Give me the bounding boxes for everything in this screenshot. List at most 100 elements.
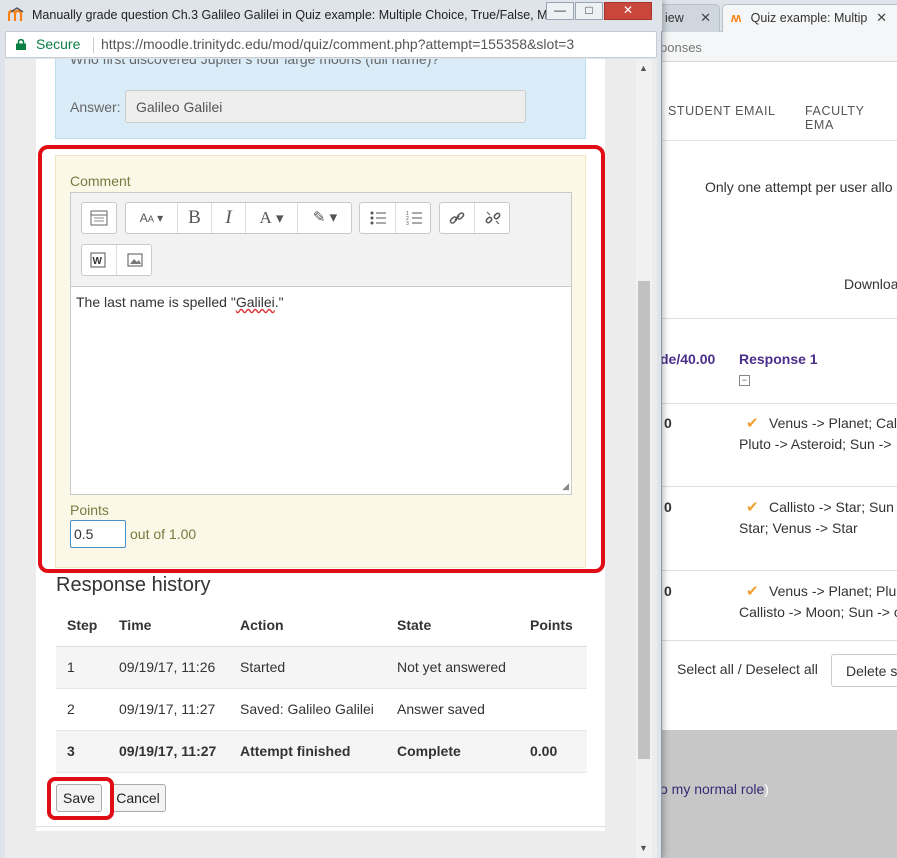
svg-text:3: 3	[406, 221, 409, 225]
resize-handle[interactable]: ◢	[562, 481, 569, 492]
moodle-logo-icon	[8, 7, 24, 21]
cell-points: 0.00	[519, 730, 587, 773]
grade-column-header[interactable]: de/40.00	[660, 351, 715, 367]
unlink-icon[interactable]	[475, 203, 510, 233]
font-color-icon[interactable]: A ▾	[246, 203, 298, 233]
comment-text-end: ."	[274, 294, 284, 310]
cell-points	[519, 688, 587, 731]
url-text[interactable]: https://moodle.trinitydc.edu/mod/quiz/co…	[101, 32, 574, 57]
footer-paren: )	[764, 781, 769, 797]
cell-time: 09/19/17, 11:26	[108, 646, 229, 689]
response-column-header[interactable]: Response 1	[739, 351, 818, 367]
table-divider	[660, 640, 897, 641]
check-icon: ✔	[746, 415, 759, 432]
popup-title-bar[interactable]: Manually grade question Ch.3 Galileo Gal…	[0, 0, 662, 31]
form-divider	[36, 826, 605, 827]
grading-popup-window: Manually grade question Ch.3 Galileo Gal…	[0, 0, 662, 858]
show-more-buttons-icon[interactable]	[82, 203, 116, 233]
attempt-note: Only one attempt per user allo	[705, 179, 893, 195]
nav-student-email[interactable]: STUDENT EMAIL	[668, 104, 776, 118]
answer-label: Answer:	[70, 99, 121, 115]
select-all-link[interactable]: Select all / Deselect all	[677, 661, 818, 677]
table-row: 1 09/19/17, 11:26 Started Not yet answer…	[56, 646, 587, 689]
bold-icon[interactable]: B	[178, 203, 212, 233]
background-breadcrumb[interactable]: ponses	[660, 40, 702, 55]
cell-step: 3	[56, 730, 108, 773]
points-input[interactable]	[70, 520, 126, 548]
scrollbar[interactable]: ▲ ▼	[636, 59, 652, 858]
cell-action: Started	[229, 646, 386, 689]
table-divider	[660, 318, 897, 319]
address-bar[interactable]: Secure https://moodle.trinitydc.edu/mod/…	[5, 31, 657, 58]
row-grade: 0	[664, 583, 672, 599]
question-info-box: Who first discovered Jupiter's four larg…	[55, 59, 586, 139]
background-tab-1-label: iew	[665, 11, 684, 25]
row-grade: 0	[664, 499, 672, 515]
cell-time: 09/19/17, 11:27	[108, 730, 229, 773]
collapse-icon[interactable]: −	[739, 375, 750, 386]
font-size-icon[interactable]: AA ▾	[126, 203, 178, 233]
scroll-down-arrow-icon[interactable]: ▼	[639, 843, 648, 853]
background-tab-2[interactable]: ʍ Quiz example: Multip ✕	[722, 4, 897, 32]
response-text: Pluto -> Asteroid; Sun ->	[739, 436, 892, 452]
toolbar-group: 123	[359, 202, 431, 234]
return-role-label: o my normal role	[660, 781, 765, 797]
cell-state: Not yet answered	[386, 646, 519, 689]
comment-editor[interactable]: The last name is spelled "Galilei." ◢	[70, 286, 572, 495]
nav-faculty-email[interactable]: FACULTY EMA	[805, 104, 897, 132]
highlight-icon[interactable]: ✎ ▾	[298, 203, 352, 233]
toolbar-group: W	[81, 244, 152, 276]
italic-icon[interactable]: I	[212, 203, 246, 233]
return-to-normal-role-link[interactable]: o my normal role)	[660, 781, 769, 797]
points-label: Points	[70, 502, 109, 518]
download-label[interactable]: Downloa	[844, 276, 897, 292]
cell-time: 09/19/17, 11:27	[108, 688, 229, 731]
address-separator	[93, 37, 94, 53]
response-text: Venus -> Planet; Plu	[769, 583, 897, 599]
save-button[interactable]: Save	[56, 784, 102, 812]
delete-selected-button[interactable]: Delete s	[831, 654, 897, 687]
close-window-button[interactable]: ✕	[604, 2, 652, 20]
popup-page: Who first discovered Jupiter's four larg…	[5, 59, 657, 858]
header-step: Step	[56, 604, 108, 647]
cell-step: 1	[56, 646, 108, 689]
check-icon: ✔	[746, 499, 759, 516]
moodle-logo-icon: ʍ	[731, 10, 742, 25]
minimize-button[interactable]: —	[546, 2, 574, 20]
table-divider	[660, 486, 897, 487]
response-history-title: Response history	[56, 574, 211, 596]
maximize-button[interactable]: □	[575, 2, 603, 20]
numbered-list-icon[interactable]: 123	[396, 203, 431, 233]
response-text: Venus -> Planet; Cal	[769, 415, 897, 431]
cell-step: 2	[56, 688, 108, 731]
editor-toolbar: AA ▾ B I A ▾ ✎ ▾ 123 W	[70, 192, 572, 287]
lock-icon	[16, 39, 26, 50]
table-row: 3 09/19/17, 11:27 Attempt finished Compl…	[56, 730, 587, 773]
header-state: State	[386, 604, 519, 647]
comment-text: The last name is spelled "	[76, 294, 236, 310]
cell-action: Saved: Galileo Galilei	[229, 688, 386, 731]
close-tab-icon[interactable]: ✕	[876, 5, 887, 31]
cell-points	[519, 646, 587, 689]
link-icon[interactable]	[440, 203, 475, 233]
table-divider	[660, 403, 897, 404]
scrollbar-thumb[interactable]	[638, 281, 650, 759]
table-header-row: Step Time Action State Points	[56, 604, 587, 647]
response-text: Callisto -> Star; Sun	[769, 499, 894, 515]
comment-misspelled-word: Galilei	[235, 294, 275, 310]
toolbar-group: AA ▾ B I A ▾ ✎ ▾	[125, 202, 352, 234]
paste-from-word-icon[interactable]: W	[82, 245, 117, 275]
answer-field: Galileo Galilei	[125, 90, 526, 123]
close-tab-icon[interactable]: ✕	[700, 5, 711, 31]
scroll-up-arrow-icon[interactable]: ▲	[639, 63, 648, 73]
table-divider	[660, 570, 897, 571]
insert-image-icon[interactable]	[117, 245, 152, 275]
response-history-table: Step Time Action State Points 1 09/19/17…	[56, 604, 587, 773]
row-grade: 0	[664, 415, 672, 431]
cell-state: Answer saved	[386, 688, 519, 731]
toolbar-group	[81, 202, 117, 234]
table-row: 2 09/19/17, 11:27 Saved: Galileo Galilei…	[56, 688, 587, 731]
cancel-button[interactable]: Cancel	[110, 784, 166, 812]
bullet-list-icon[interactable]	[360, 203, 396, 233]
popup-title: Manually grade question Ch.3 Galileo Gal…	[32, 8, 575, 22]
